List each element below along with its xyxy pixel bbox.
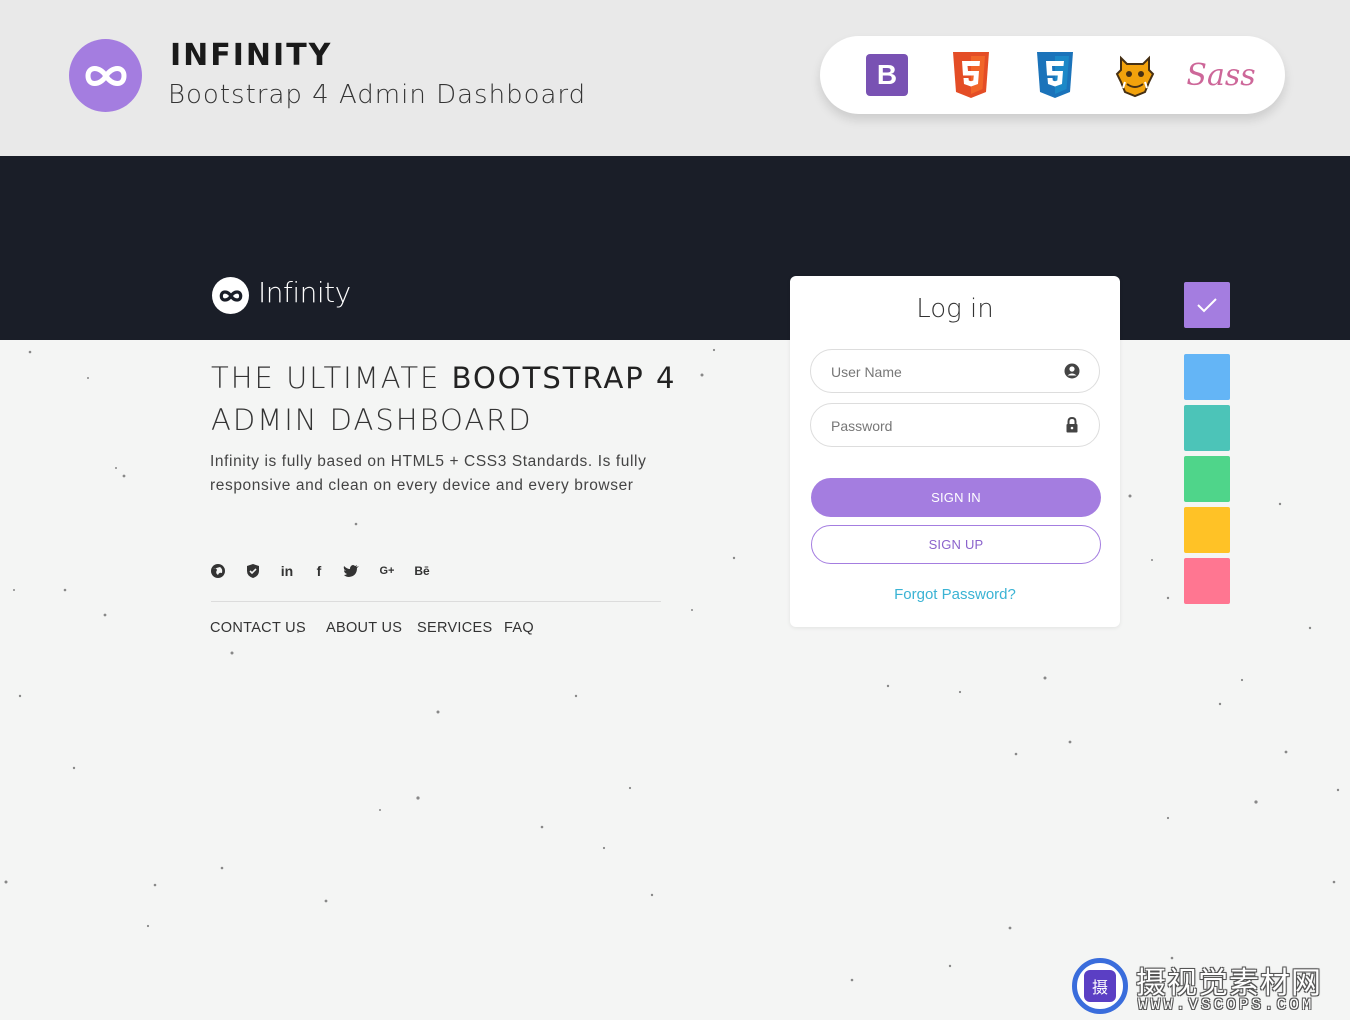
hero-title-light: THE ULTIMATE — [211, 361, 452, 395]
hero-title-line2: ADMIN DASHBOARD — [211, 403, 533, 437]
password-field[interactable] — [810, 403, 1100, 447]
background-dots — [4, 348, 1340, 982]
swatch-green[interactable] — [1184, 456, 1230, 502]
forgot-password-link[interactable]: Forgot Password? — [790, 586, 1120, 603]
hero-brand-name: Infinity — [258, 276, 351, 309]
css3-icon — [1032, 52, 1078, 98]
hero-title-bold: BOOTSTRAP 4 — [451, 361, 677, 395]
bootstrap-icon: B — [864, 52, 910, 98]
watermark-url: WWW.VSCOPS.COM — [1138, 996, 1315, 1014]
hero-dark-band — [0, 156, 1350, 340]
swatch-blue[interactable] — [1184, 354, 1230, 400]
twitter-icon[interactable] — [342, 562, 360, 580]
sass-icon: Sass — [1186, 57, 1256, 93]
footer-link-contact[interactable]: CONTACT US — [210, 620, 306, 636]
footer-link-faq[interactable]: FAQ — [504, 620, 534, 636]
linkedin-icon[interactable]: in — [278, 562, 296, 580]
login-card: Log in SIGN IN SIGN UP Forgot Password? — [790, 276, 1120, 627]
hero-title: THE ULTIMATE BOOTSTRAP 4 ADMIN DASHBOARD — [211, 357, 681, 441]
lock-icon — [1066, 416, 1078, 433]
html5-icon — [948, 52, 994, 98]
username-field[interactable] — [810, 349, 1100, 393]
footer-link-about[interactable]: ABOUT US — [326, 620, 402, 636]
brand-title: INFINITY — [170, 38, 333, 73]
footer-divider — [211, 601, 661, 602]
infinity-small-logo-icon — [212, 277, 249, 314]
grunt-icon — [1112, 52, 1158, 98]
password-input[interactable] — [829, 414, 1053, 438]
hero-description: Infinity is fully based on HTML5 + CSS3 … — [210, 453, 647, 494]
top-banner: INFINITY Bootstrap 4 Admin Dashboard B S… — [0, 0, 1350, 156]
sign-in-button[interactable]: SIGN IN — [811, 478, 1101, 517]
google-plus-icon[interactable]: G+ — [378, 562, 396, 580]
swatch-yellow[interactable] — [1184, 507, 1230, 553]
footer-link-services[interactable]: SERVICES — [417, 620, 492, 636]
tech-stack-pill: B Sass — [820, 36, 1285, 114]
facebook-icon[interactable]: f — [310, 562, 328, 580]
login-title: Log in — [916, 294, 994, 324]
shield-icon[interactable] — [244, 562, 262, 580]
check-icon — [1197, 298, 1217, 313]
swatch-purple-selected[interactable] — [1184, 282, 1230, 328]
infinity-logo-icon — [69, 39, 142, 112]
globe-icon[interactable] — [209, 562, 227, 580]
username-input[interactable] — [829, 360, 1053, 384]
brand-subtitle: Bootstrap 4 Admin Dashboard — [168, 80, 587, 110]
user-circle-icon — [1064, 363, 1080, 379]
sign-up-button[interactable]: SIGN UP — [811, 525, 1101, 564]
swatch-pink[interactable] — [1184, 558, 1230, 604]
watermark-logo-icon: 摄 — [1072, 958, 1128, 1014]
behance-icon[interactable]: Bē — [413, 562, 431, 580]
swatch-teal[interactable] — [1184, 405, 1230, 451]
